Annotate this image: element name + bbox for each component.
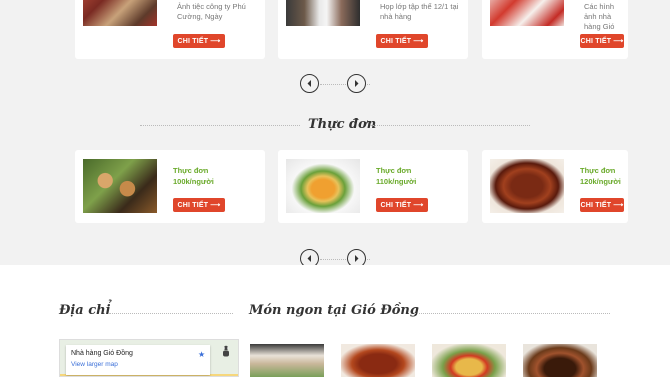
chevron-left-icon xyxy=(307,255,311,262)
menu-section-title: Thực đơn xyxy=(308,117,377,132)
carousel-next-button[interactable] xyxy=(347,74,366,93)
event-photo-3[interactable] xyxy=(490,0,564,26)
chevron-right-icon xyxy=(355,80,359,87)
dish-photo-4[interactable] xyxy=(523,344,597,377)
menu-photo-100k[interactable] xyxy=(83,159,157,213)
event-card-2: Họp lớp tập thể 12/1 tại nhà hàng CHI TI… xyxy=(278,0,468,59)
event-card-text: Họp lớp tập thể 12/1 tại nhà hàng xyxy=(380,2,459,21)
event-photo-1[interactable] xyxy=(83,0,157,26)
event-photo-2[interactable] xyxy=(286,0,360,26)
event-card-3: Các hình ảnh nhà hàng Gió CHI TIẾT ⟶ xyxy=(482,0,628,59)
menu-card-2: Thực đơn 110k/người CHI TIẾT ⟶ xyxy=(278,150,468,223)
chevron-left-icon xyxy=(307,80,311,87)
view-larger-map-link[interactable]: View larger map xyxy=(71,361,118,368)
menu-card-1: Thực đơn 100k/người CHI TIẾT ⟶ xyxy=(75,150,265,223)
detail-button[interactable]: CHI TIẾT ⟶ xyxy=(376,34,428,48)
dish-photo-1[interactable] xyxy=(250,344,324,377)
event-card-text: Các hình ảnh nhà hàng Gió xyxy=(584,2,615,31)
menu-card-3: Thực đơn 120k/người CHI TIẾT ⟶ xyxy=(482,150,628,223)
menu-photo-110k[interactable] xyxy=(286,159,360,213)
detail-button[interactable]: CHI TIẾT ⟶ xyxy=(376,198,428,212)
divider-line xyxy=(370,125,530,126)
divider-line xyxy=(414,313,610,314)
menu-price-title: Thực đơn 110k/người xyxy=(376,166,417,186)
carousel-prev-button[interactable] xyxy=(300,74,319,93)
menu-price-title: Thực đơn 120k/người xyxy=(580,166,621,186)
chevron-right-icon xyxy=(355,255,359,262)
map-place-name: Nhà hàng Gió Đồng xyxy=(71,350,133,357)
detail-button[interactable]: CHI TIẾT ⟶ xyxy=(173,198,225,212)
address-section-title: Địa chỉ xyxy=(59,303,111,318)
star-icon[interactable]: ★ xyxy=(198,350,205,359)
event-card-1: Ảnh tiệc công ty Phú Cường, Ngày CHI TIẾ… xyxy=(75,0,265,59)
detail-button[interactable]: CHI TIẾT ⟶ xyxy=(173,34,225,48)
pegman-icon[interactable] xyxy=(220,345,232,357)
divider-line xyxy=(140,125,300,126)
event-card-text: Ảnh tiệc công ty Phú Cường, Ngày xyxy=(177,2,246,21)
divider-line xyxy=(108,313,233,314)
google-map[interactable]: Nhà hàng Gió Đồng View larger map ★ xyxy=(59,339,239,377)
event-carousel-pager xyxy=(300,74,390,94)
dish-photo-2[interactable] xyxy=(341,344,415,377)
detail-button[interactable]: CHI TIẾT ⟶ xyxy=(580,198,624,212)
menu-photo-120k[interactable] xyxy=(490,159,564,213)
detail-button[interactable]: CHI TIẾT ⟶ xyxy=(580,34,624,48)
menu-price-title: Thực đơn 100k/người xyxy=(173,166,214,186)
map-info-card: Nhà hàng Gió Đồng View larger map ★ xyxy=(66,345,210,375)
dish-photo-3[interactable] xyxy=(432,344,506,377)
dishes-section-title: Món ngon tại Gió Đồng xyxy=(249,303,419,318)
